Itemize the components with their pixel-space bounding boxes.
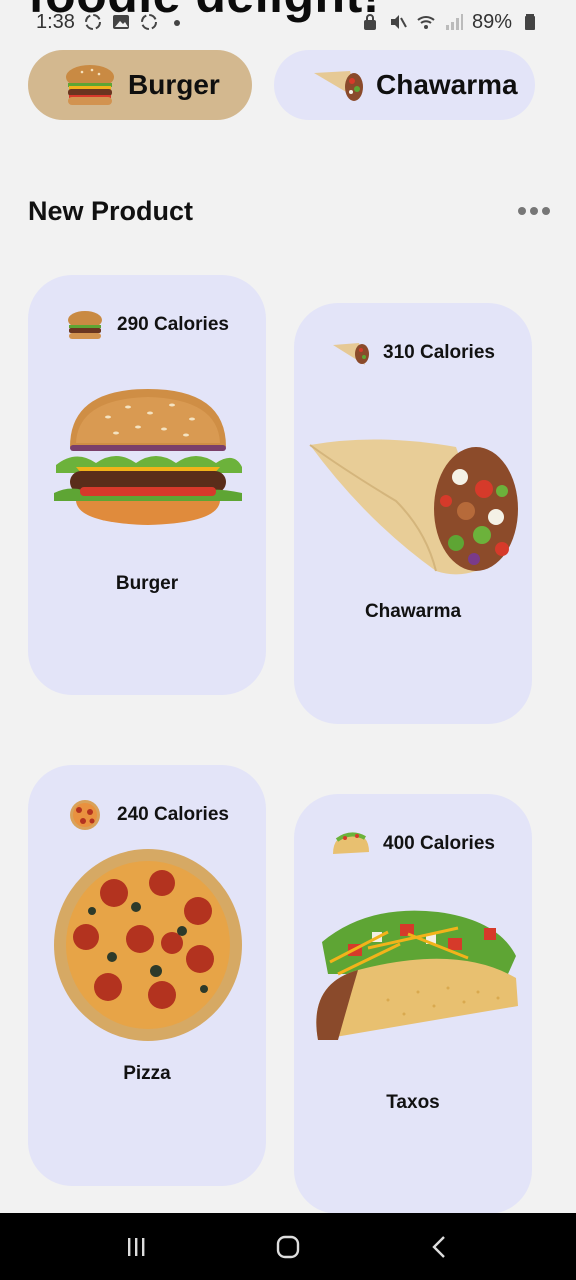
- calories-label: 240 Calories: [117, 804, 229, 825]
- product-name: Burger: [115, 573, 179, 594]
- calories-label: 400 Calories: [383, 833, 495, 854]
- battery-percent: 89%: [471, 10, 512, 33]
- burger-icon: [65, 309, 105, 341]
- category-chip-burger[interactable]: Burger: [28, 50, 252, 120]
- product-card-pizza[interactable]: 240 Calories Pizza: [28, 765, 266, 1186]
- recycle-icon: [83, 12, 103, 32]
- recycle-icon: [139, 12, 159, 32]
- burger-image: [54, 389, 242, 525]
- category-chips: Burger Chawarma: [28, 50, 535, 120]
- chawarma-image: [309, 439, 518, 575]
- product-name: Taxos: [386, 1092, 440, 1113]
- mute-icon: [388, 12, 408, 32]
- lock-icon: [360, 12, 380, 32]
- pizza-icon: [65, 799, 105, 831]
- home-icon[interactable]: [268, 1227, 308, 1267]
- product-name: Chawarma: [364, 601, 462, 622]
- product-card-chawarma[interactable]: 310 Calories Chawarma: [294, 303, 532, 724]
- calories-label: 290 Calories: [117, 314, 229, 335]
- status-time: 1:38: [36, 10, 75, 33]
- status-bar: 1:38 89%: [0, 0, 576, 44]
- product-card-burger[interactable]: 290 Calories Burger: [28, 275, 266, 695]
- image-icon: [111, 12, 131, 32]
- category-chip-label: Chawarma: [376, 69, 518, 100]
- battery-icon: [520, 12, 540, 32]
- system-nav-bar: [0, 1213, 576, 1280]
- product-card-taco[interactable]: 400 Calories Taxos: [294, 794, 532, 1214]
- wifi-icon: [416, 12, 436, 32]
- back-icon[interactable]: [420, 1227, 460, 1267]
- section-title: New Product: [28, 196, 194, 226]
- burger-icon: [62, 61, 118, 109]
- product-name: Pizza: [123, 1063, 171, 1084]
- recent-apps-icon[interactable]: [116, 1227, 156, 1267]
- calories-label: 310 Calories: [383, 342, 495, 363]
- more-horizontal-icon[interactable]: [518, 203, 550, 219]
- wrap-icon: [310, 61, 366, 109]
- pizza-image: [54, 849, 242, 1041]
- dot-icon: [167, 12, 187, 32]
- signal-icon: [444, 12, 464, 32]
- wrap-icon: [331, 337, 371, 369]
- category-chip-chawarma[interactable]: Chawarma: [274, 50, 535, 120]
- taco-image: [316, 910, 518, 1040]
- category-chip-label: Burger: [128, 69, 220, 100]
- taco-icon: [331, 828, 371, 860]
